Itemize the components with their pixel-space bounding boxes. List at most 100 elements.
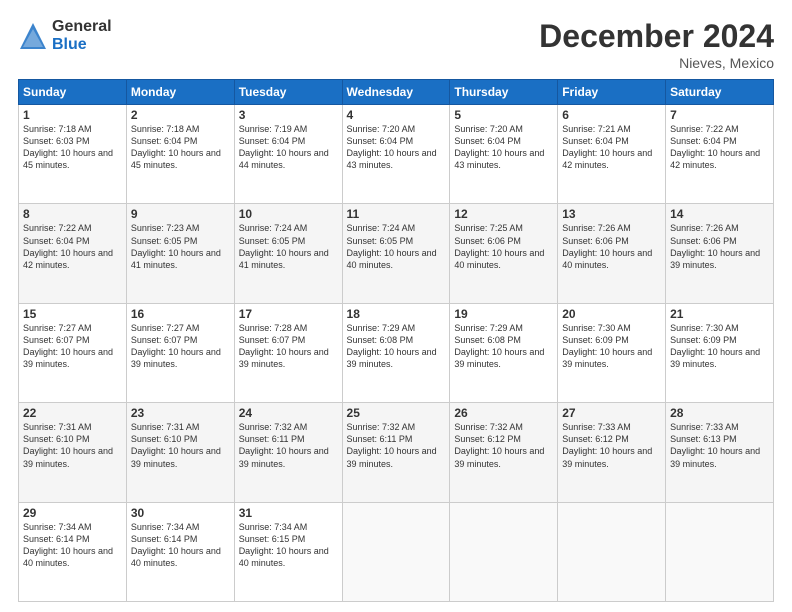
calendar-header: SundayMondayTuesdayWednesdayThursdayFrid… <box>19 80 774 105</box>
day-info: Sunrise: 7:34 AMSunset: 6:14 PMDaylight:… <box>131 521 230 570</box>
calendar-cell <box>666 502 774 601</box>
day-info: Sunrise: 7:33 AMSunset: 6:13 PMDaylight:… <box>670 421 769 470</box>
calendar-cell: 22Sunrise: 7:31 AMSunset: 6:10 PMDayligh… <box>19 403 127 502</box>
day-info: Sunrise: 7:24 AMSunset: 6:05 PMDaylight:… <box>347 222 446 271</box>
calendar-cell: 12Sunrise: 7:25 AMSunset: 6:06 PMDayligh… <box>450 204 558 303</box>
day-number: 6 <box>562 108 661 122</box>
day-number: 29 <box>23 506 122 520</box>
calendar-cell: 2Sunrise: 7:18 AMSunset: 6:04 PMDaylight… <box>126 105 234 204</box>
day-info: Sunrise: 7:21 AMSunset: 6:04 PMDaylight:… <box>562 123 661 172</box>
day-number: 20 <box>562 307 661 321</box>
month-title: December 2024 <box>539 18 774 55</box>
day-info: Sunrise: 7:29 AMSunset: 6:08 PMDaylight:… <box>347 322 446 371</box>
day-number: 13 <box>562 207 661 221</box>
weekday-header: Saturday <box>666 80 774 105</box>
logo-general: General <box>52 18 112 36</box>
day-info: Sunrise: 7:18 AMSunset: 6:04 PMDaylight:… <box>131 123 230 172</box>
day-info: Sunrise: 7:20 AMSunset: 6:04 PMDaylight:… <box>347 123 446 172</box>
calendar-cell: 20Sunrise: 7:30 AMSunset: 6:09 PMDayligh… <box>558 303 666 402</box>
day-number: 7 <box>670 108 769 122</box>
day-info: Sunrise: 7:31 AMSunset: 6:10 PMDaylight:… <box>131 421 230 470</box>
weekday-header: Sunday <box>19 80 127 105</box>
logo: General Blue <box>18 18 112 53</box>
calendar-body: 1Sunrise: 7:18 AMSunset: 6:03 PMDaylight… <box>19 105 774 602</box>
calendar-week: 22Sunrise: 7:31 AMSunset: 6:10 PMDayligh… <box>19 403 774 502</box>
day-info: Sunrise: 7:30 AMSunset: 6:09 PMDaylight:… <box>670 322 769 371</box>
calendar-cell: 18Sunrise: 7:29 AMSunset: 6:08 PMDayligh… <box>342 303 450 402</box>
calendar-cell: 14Sunrise: 7:26 AMSunset: 6:06 PMDayligh… <box>666 204 774 303</box>
day-info: Sunrise: 7:22 AMSunset: 6:04 PMDaylight:… <box>23 222 122 271</box>
day-number: 25 <box>347 406 446 420</box>
weekday-header: Thursday <box>450 80 558 105</box>
day-number: 27 <box>562 406 661 420</box>
day-info: Sunrise: 7:26 AMSunset: 6:06 PMDaylight:… <box>562 222 661 271</box>
day-info: Sunrise: 7:27 AMSunset: 6:07 PMDaylight:… <box>23 322 122 371</box>
day-info: Sunrise: 7:34 AMSunset: 6:14 PMDaylight:… <box>23 521 122 570</box>
day-info: Sunrise: 7:26 AMSunset: 6:06 PMDaylight:… <box>670 222 769 271</box>
day-info: Sunrise: 7:31 AMSunset: 6:10 PMDaylight:… <box>23 421 122 470</box>
weekday-header: Tuesday <box>234 80 342 105</box>
day-info: Sunrise: 7:22 AMSunset: 6:04 PMDaylight:… <box>670 123 769 172</box>
calendar-cell: 16Sunrise: 7:27 AMSunset: 6:07 PMDayligh… <box>126 303 234 402</box>
day-number: 26 <box>454 406 553 420</box>
day-number: 23 <box>131 406 230 420</box>
day-info: Sunrise: 7:25 AMSunset: 6:06 PMDaylight:… <box>454 222 553 271</box>
day-info: Sunrise: 7:18 AMSunset: 6:03 PMDaylight:… <box>23 123 122 172</box>
day-number: 31 <box>239 506 338 520</box>
calendar-cell: 11Sunrise: 7:24 AMSunset: 6:05 PMDayligh… <box>342 204 450 303</box>
day-info: Sunrise: 7:24 AMSunset: 6:05 PMDaylight:… <box>239 222 338 271</box>
day-number: 11 <box>347 207 446 221</box>
calendar-cell: 28Sunrise: 7:33 AMSunset: 6:13 PMDayligh… <box>666 403 774 502</box>
day-info: Sunrise: 7:33 AMSunset: 6:12 PMDaylight:… <box>562 421 661 470</box>
day-number: 30 <box>131 506 230 520</box>
day-number: 16 <box>131 307 230 321</box>
day-number: 22 <box>23 406 122 420</box>
calendar-cell: 24Sunrise: 7:32 AMSunset: 6:11 PMDayligh… <box>234 403 342 502</box>
calendar-cell: 9Sunrise: 7:23 AMSunset: 6:05 PMDaylight… <box>126 204 234 303</box>
calendar-cell: 4Sunrise: 7:20 AMSunset: 6:04 PMDaylight… <box>342 105 450 204</box>
day-number: 15 <box>23 307 122 321</box>
weekday-header: Friday <box>558 80 666 105</box>
calendar-cell: 7Sunrise: 7:22 AMSunset: 6:04 PMDaylight… <box>666 105 774 204</box>
day-number: 28 <box>670 406 769 420</box>
calendar-table: SundayMondayTuesdayWednesdayThursdayFrid… <box>18 79 774 602</box>
day-number: 2 <box>131 108 230 122</box>
calendar-cell: 17Sunrise: 7:28 AMSunset: 6:07 PMDayligh… <box>234 303 342 402</box>
logo-blue: Blue <box>52 36 112 54</box>
calendar-cell: 21Sunrise: 7:30 AMSunset: 6:09 PMDayligh… <box>666 303 774 402</box>
calendar-cell: 15Sunrise: 7:27 AMSunset: 6:07 PMDayligh… <box>19 303 127 402</box>
day-info: Sunrise: 7:27 AMSunset: 6:07 PMDaylight:… <box>131 322 230 371</box>
day-number: 3 <box>239 108 338 122</box>
title-block: December 2024 Nieves, Mexico <box>539 18 774 71</box>
calendar-cell: 23Sunrise: 7:31 AMSunset: 6:10 PMDayligh… <box>126 403 234 502</box>
calendar-cell: 19Sunrise: 7:29 AMSunset: 6:08 PMDayligh… <box>450 303 558 402</box>
calendar-cell: 25Sunrise: 7:32 AMSunset: 6:11 PMDayligh… <box>342 403 450 502</box>
calendar-cell: 27Sunrise: 7:33 AMSunset: 6:12 PMDayligh… <box>558 403 666 502</box>
day-number: 17 <box>239 307 338 321</box>
day-number: 14 <box>670 207 769 221</box>
calendar-cell: 3Sunrise: 7:19 AMSunset: 6:04 PMDaylight… <box>234 105 342 204</box>
logo-icon <box>18 21 48 51</box>
day-number: 24 <box>239 406 338 420</box>
day-number: 5 <box>454 108 553 122</box>
day-info: Sunrise: 7:19 AMSunset: 6:04 PMDaylight:… <box>239 123 338 172</box>
day-number: 4 <box>347 108 446 122</box>
calendar-cell: 26Sunrise: 7:32 AMSunset: 6:12 PMDayligh… <box>450 403 558 502</box>
weekday-header: Monday <box>126 80 234 105</box>
header-row: SundayMondayTuesdayWednesdayThursdayFrid… <box>19 80 774 105</box>
calendar-cell: 6Sunrise: 7:21 AMSunset: 6:04 PMDaylight… <box>558 105 666 204</box>
calendar-cell: 30Sunrise: 7:34 AMSunset: 6:14 PMDayligh… <box>126 502 234 601</box>
calendar-cell: 29Sunrise: 7:34 AMSunset: 6:14 PMDayligh… <box>19 502 127 601</box>
day-info: Sunrise: 7:28 AMSunset: 6:07 PMDaylight:… <box>239 322 338 371</box>
calendar-week: 29Sunrise: 7:34 AMSunset: 6:14 PMDayligh… <box>19 502 774 601</box>
calendar-cell: 10Sunrise: 7:24 AMSunset: 6:05 PMDayligh… <box>234 204 342 303</box>
calendar-cell <box>450 502 558 601</box>
calendar-week: 1Sunrise: 7:18 AMSunset: 6:03 PMDaylight… <box>19 105 774 204</box>
day-info: Sunrise: 7:23 AMSunset: 6:05 PMDaylight:… <box>131 222 230 271</box>
day-number: 21 <box>670 307 769 321</box>
day-number: 9 <box>131 207 230 221</box>
calendar-week: 8Sunrise: 7:22 AMSunset: 6:04 PMDaylight… <box>19 204 774 303</box>
calendar-cell: 1Sunrise: 7:18 AMSunset: 6:03 PMDaylight… <box>19 105 127 204</box>
day-number: 1 <box>23 108 122 122</box>
calendar-week: 15Sunrise: 7:27 AMSunset: 6:07 PMDayligh… <box>19 303 774 402</box>
